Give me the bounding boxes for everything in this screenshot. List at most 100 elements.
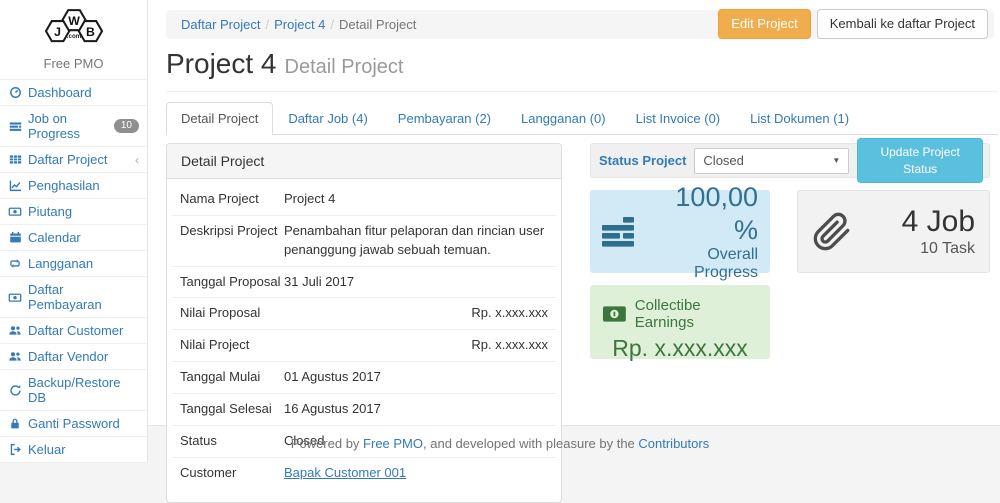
row-value: Rp. x.xxx.xxx — [284, 304, 548, 323]
detail-row-tanggal-selesai: Tanggal Selesai 16 Agustus 2017 — [172, 393, 556, 425]
row-label: Customer — [180, 464, 284, 483]
sidebar-item-daftar-project[interactable]: Daftar Project ‹ — [0, 147, 147, 173]
update-project-status-button[interactable]: Update Project Status — [857, 138, 983, 184]
money-icon — [8, 205, 22, 219]
free-pmo-link[interactable]: Free PMO — [363, 436, 423, 451]
status-project-bar: Status Project Closed ▼ Update Project S… — [590, 143, 990, 178]
breadcrumb-separator: / — [260, 17, 274, 32]
sidebar-item-label: Penghasilan — [28, 178, 100, 193]
row-value: 31 Juli 2017 — [284, 273, 548, 292]
detail-row-deskripsi-project: Deskripsi Project Penambahan fitur pelap… — [172, 215, 556, 266]
detail-row-customer: Customer Bapak Customer 001 — [172, 457, 556, 489]
sidebar-item-label: Backup/Restore DB — [28, 375, 139, 405]
users-icon — [8, 324, 22, 338]
chevron-down-icon: ▼ — [832, 156, 840, 165]
sidebar-item-label: Ganti Password — [28, 416, 120, 431]
tab-langganan[interactable]: Langganan (0) — [506, 102, 621, 135]
tasks-icon — [8, 119, 22, 133]
breadcrumb-current: Detail Project — [339, 17, 416, 32]
status-select[interactable]: Closed ▼ — [694, 148, 849, 174]
jobs-card: 4 Job 10 Task — [797, 190, 990, 273]
row-value: Rp. x.xxx.xxx — [284, 336, 548, 355]
breadcrumb-separator: / — [325, 17, 339, 32]
breadcrumb-daftar-project[interactable]: Daftar Project — [181, 17, 260, 32]
jwb-logo-icon: W J B .com — [33, 6, 115, 48]
job-count: 4 Job — [864, 205, 975, 240]
sidebar-item-ganti-password[interactable]: Ganti Password — [0, 411, 147, 437]
dashboard-icon — [8, 86, 22, 100]
footer-text: , and developed with pleasure by the — [423, 436, 638, 451]
chevron-left-icon: ‹ — [135, 153, 139, 167]
tab-pembayaran[interactable]: Pembayaran (2) — [383, 102, 506, 135]
detail-row-nilai-project: Nilai Project Rp. x.xxx.xxx — [172, 329, 556, 361]
sidebar-item-daftar-vendor[interactable]: Daftar Vendor — [0, 344, 147, 370]
sidebar-item-dashboard[interactable]: Dashboard — [0, 80, 147, 106]
collectible-earnings-card: Collectibe Earnings Rp. x.xxx.xxx — [590, 285, 770, 359]
sidebar: W J B .com Free PMO Dashboard Job on Pro… — [0, 0, 148, 463]
brand-name: Free PMO — [0, 52, 147, 79]
line-chart-icon — [8, 179, 22, 193]
right-column: Status Project Closed ▼ Update Project S… — [590, 143, 990, 178]
page-header: Project 4Detail Project — [166, 48, 998, 92]
sidebar-item-label: Daftar Project — [28, 152, 107, 167]
sidebar-item-job-on-progress[interactable]: Job on Progress 10 — [0, 106, 147, 147]
edit-project-button[interactable]: Edit Project — [718, 9, 810, 39]
status-project-label: Status Project — [599, 153, 686, 168]
back-to-project-list-button[interactable]: Kembali ke daftar Project — [817, 9, 988, 39]
progress-value: 100,00 % — [650, 181, 758, 246]
header-buttons: Edit Project Kembali ke daftar Project — [718, 9, 988, 39]
panel-title: Detail Project — [167, 144, 561, 179]
sidebar-item-label: Daftar Customer — [28, 323, 123, 338]
row-label: Tanggal Mulai — [180, 368, 284, 387]
money-icon — [8, 290, 22, 304]
task-count: 10 Task — [864, 240, 975, 258]
svg-text:J: J — [54, 25, 61, 39]
footer-text: Powered by — [291, 436, 363, 451]
refresh-icon — [8, 383, 22, 397]
detail-row-tanggal-proposal: Tanggal Proposal 31 Juli 2017 — [172, 266, 556, 298]
sidebar-item-piutang[interactable]: Piutang — [0, 199, 147, 225]
lock-icon — [8, 417, 22, 431]
row-value: Penambahan fitur pelaporan dan rincian u… — [284, 222, 548, 260]
row-label: Deskripsi Project — [180, 222, 284, 260]
row-label: Nama Project — [180, 190, 284, 209]
sidebar-item-daftar-customer[interactable]: Daftar Customer — [0, 318, 147, 344]
detail-row-tanggal-mulai: Tanggal Mulai 01 Agustus 2017 — [172, 361, 556, 393]
sidebar-item-langganan[interactable]: Langganan — [0, 251, 147, 277]
main-content: Daftar Project/Project 4/Detail Project … — [148, 0, 1000, 426]
tab-list-invoice[interactable]: List Invoice (0) — [621, 102, 736, 135]
detail-row-nama-project: Nama Project Project 4 — [172, 184, 556, 215]
app-logo[interactable]: W J B .com — [0, 0, 147, 52]
row-label: Tanggal Selesai — [180, 400, 284, 419]
sidebar-item-label: Piutang — [28, 204, 72, 219]
sidebar-item-label: Daftar Pembayaran — [28, 282, 139, 312]
free-pmo-app: W J B .com Free PMO Dashboard Job on Pro… — [0, 0, 1000, 478]
job-count-badge: 10 — [114, 119, 139, 133]
sidebar-item-label: Calendar — [28, 230, 81, 245]
status-select-value: Closed — [703, 153, 743, 168]
svg-text:B: B — [85, 25, 94, 39]
row-value: Bapak Customer 001 — [284, 464, 548, 483]
tab-detail-project[interactable]: Detail Project — [166, 102, 273, 135]
sidebar-item-penghasilan[interactable]: Penghasilan — [0, 173, 147, 199]
tab-bar: Detail Project Daftar Job (4) Pembayaran… — [166, 102, 998, 135]
calendar-icon — [8, 231, 22, 245]
detail-row-nilai-proposal: Nilai Proposal Rp. x.xxx.xxx — [172, 297, 556, 329]
paperclip-icon — [812, 210, 852, 254]
overall-progress-card: 100,00 % Overall Progress — [590, 190, 770, 273]
breadcrumb-project-4[interactable]: Project 4 — [274, 17, 325, 32]
tab-daftar-job[interactable]: Daftar Job (4) — [273, 102, 382, 135]
sidebar-item-calendar[interactable]: Calendar — [0, 225, 147, 251]
table-icon — [8, 153, 22, 167]
row-value: Project 4 — [284, 190, 548, 209]
sidebar-item-daftar-pembayaran[interactable]: Daftar Pembayaran — [0, 277, 147, 318]
svg-text:.com: .com — [66, 33, 81, 40]
sidebar-item-label: Daftar Vendor — [28, 349, 108, 364]
tab-list-dokumen[interactable]: List Dokumen (1) — [735, 102, 864, 135]
customer-link[interactable]: Bapak Customer 001 — [284, 465, 406, 480]
sidebar-item-backup-restore-db[interactable]: Backup/Restore DB — [0, 370, 147, 411]
contributors-link[interactable]: Contributors — [638, 436, 709, 451]
users-icon — [8, 350, 22, 364]
earnings-value: Rp. x.xxx.xxx — [602, 335, 758, 362]
footer: Powered by Free PMO, and developed with … — [0, 436, 1000, 451]
